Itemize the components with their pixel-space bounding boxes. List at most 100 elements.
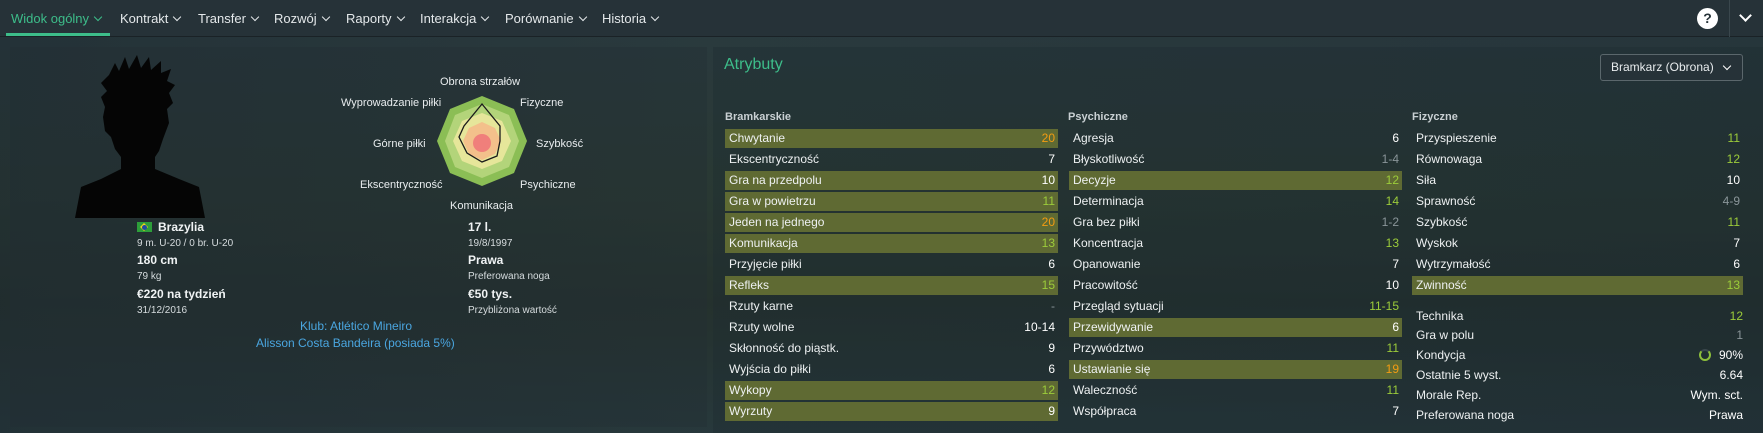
- attribute-value: 13: [1726, 278, 1740, 292]
- attribute-name: Gra w powietrzu: [729, 194, 816, 208]
- attribute-value: 7: [1733, 236, 1740, 250]
- attribute-row[interactable]: Błyskotliwość 1-4: [1069, 150, 1402, 169]
- attribute-row[interactable]: Wytrzymałość 6: [1412, 255, 1743, 274]
- attribute-value: 14: [1385, 194, 1399, 208]
- attribute-name: Jeden na jednego: [729, 215, 825, 229]
- fitness-value: 90%: [1718, 348, 1743, 362]
- attribute-row[interactable]: Szybkość 11: [1412, 213, 1743, 232]
- other-row: Kondycja 90%: [1416, 346, 1743, 365]
- other-value: Wym. sct.: [1690, 388, 1743, 402]
- radar-label-distribution: Wyprowadzanie piłki: [341, 97, 442, 109]
- attribute-row[interactable]: Wykopy 12: [725, 381, 1058, 400]
- attribute-value: 13: [1385, 236, 1399, 250]
- attribute-row[interactable]: Determinacja 14: [1069, 192, 1402, 211]
- role-select-value: Bramkarz (Obrona): [1611, 60, 1714, 74]
- attribute-row[interactable]: Ekscentryczność 7: [725, 150, 1058, 169]
- other-row: Technika 12: [1416, 307, 1743, 326]
- attribute-name: Przyspieszenie: [1416, 131, 1497, 145]
- attribute-row[interactable]: Chwytanie 20: [725, 129, 1058, 148]
- attribute-name: Ekscentryczność: [729, 152, 820, 166]
- attribute-row[interactable]: Wyskok 7: [1412, 234, 1743, 253]
- attribute-value: 11: [1727, 131, 1740, 145]
- other-value: 90%: [1698, 346, 1743, 365]
- attribute-name: Ustawianie się: [1073, 362, 1151, 376]
- attribute-row[interactable]: Gra na przedpolu 10: [725, 171, 1058, 190]
- attribute-value: 11-15: [1369, 299, 1399, 313]
- attribute-row[interactable]: Rzuty karne -: [725, 297, 1058, 316]
- attribute-value: 11: [1042, 194, 1055, 208]
- other-name: Morale Rep.: [1416, 388, 1482, 402]
- attribute-row[interactable]: Agresja 6: [1069, 129, 1402, 148]
- attribute-name: Komunikacja: [729, 236, 798, 250]
- attribute-value: 9: [1048, 404, 1055, 418]
- attribute-name: Waleczność: [1073, 383, 1138, 397]
- radar-label-aerial: Górne piłki: [373, 138, 426, 150]
- chevron-down-icon[interactable]: [1739, 9, 1752, 22]
- attribute-row[interactable]: Gra bez piłki 1-2: [1069, 213, 1402, 232]
- attribute-row[interactable]: Rzuty wolne 10-14: [725, 318, 1058, 337]
- attribute-row[interactable]: Refleks 15: [725, 276, 1058, 295]
- attribute-name: Przywództwo: [1073, 341, 1144, 355]
- attribute-row[interactable]: Przegląd sytuacji 11-15: [1069, 297, 1402, 316]
- attribute-row[interactable]: Jeden na jednego 20: [725, 213, 1058, 232]
- radar-label-shot-stopping: Obrona strzałów: [440, 76, 521, 88]
- attribute-name: Wyskok: [1416, 236, 1458, 250]
- transfer-value-label: Przybliżona wartość: [468, 305, 557, 316]
- attribute-value: 10: [1041, 173, 1055, 187]
- attribute-row[interactable]: Wyrzuty 9: [725, 402, 1058, 421]
- attribute-value: 10: [1726, 173, 1740, 187]
- help-button[interactable]: ?: [1697, 8, 1718, 29]
- attribute-value: 15: [1041, 278, 1055, 292]
- attribute-row[interactable]: Skłonność do piąstk. 9: [725, 339, 1058, 358]
- height: 180 cm: [137, 253, 178, 267]
- attribute-row[interactable]: Przywództwo 11: [1069, 339, 1402, 358]
- attribute-name: Sprawność: [1416, 194, 1476, 208]
- attribute-value: 7: [1392, 257, 1399, 271]
- attribute-row[interactable]: Przewidywanie 6: [1069, 318, 1402, 337]
- radar-label-physical: Fizyczne: [520, 97, 564, 109]
- attribute-row[interactable]: Opanowanie 7: [1069, 255, 1402, 274]
- attribute-row[interactable]: Przyspieszenie 11: [1412, 129, 1743, 148]
- attribute-row[interactable]: Komunikacja 13: [725, 234, 1058, 253]
- attribute-name: Rzuty karne: [729, 299, 794, 313]
- attribute-name: Wyrzuty: [729, 404, 773, 418]
- attribute-value: 1-2: [1381, 215, 1399, 229]
- club-link[interactable]: Klub: Atlético Mineiro: [300, 319, 412, 333]
- attribute-row[interactable]: Zwinność 13: [1412, 276, 1743, 295]
- attribute-row[interactable]: Pracowitość 10: [1069, 276, 1402, 295]
- other-row: Preferowana noga Prawa: [1416, 406, 1743, 425]
- fitness-ring-icon: [1698, 349, 1711, 361]
- attribute-row[interactable]: Koncentracja 13: [1069, 234, 1402, 253]
- other-name: Kondycja: [1416, 348, 1466, 362]
- attribute-value: 11: [1386, 383, 1399, 397]
- attribute-row[interactable]: Siła 10: [1412, 171, 1743, 190]
- other-row: Ostatnie 5 wyst. 6.64: [1416, 366, 1743, 385]
- owner-link[interactable]: Alisson Costa Bandeira (posiada 5%): [256, 336, 455, 350]
- attribute-name: Rzuty wolne: [729, 320, 795, 334]
- attribute-radar-chart: [437, 96, 527, 186]
- attribute-value: 11: [1386, 341, 1399, 355]
- attribute-row[interactable]: Decyzje 12: [1069, 171, 1402, 190]
- radar-label-mental: Psychiczne: [520, 179, 576, 191]
- attribute-value: 4-9: [1722, 194, 1740, 208]
- attribute-row[interactable]: Równowaga 12: [1412, 150, 1743, 169]
- attribute-row[interactable]: Waleczność 11: [1069, 381, 1402, 400]
- attribute-name: Szybkość: [1416, 215, 1468, 229]
- attribute-row[interactable]: Przyjęcie piłki 6: [725, 255, 1058, 274]
- attribute-name: Gra na przedpolu: [729, 173, 822, 187]
- attribute-name: Przegląd sytuacji: [1073, 299, 1164, 313]
- attribute-row[interactable]: Współpraca 7: [1069, 402, 1402, 421]
- attribute-row[interactable]: Ustawianie się 19: [1069, 360, 1402, 379]
- attribute-value: 7: [1048, 152, 1055, 166]
- attribute-row[interactable]: Gra w powietrzu 11: [725, 192, 1058, 211]
- other-name: Technika: [1416, 309, 1464, 323]
- attribute-name: Determinacja: [1073, 194, 1144, 208]
- role-select[interactable]: Bramkarz (Obrona): [1600, 54, 1743, 81]
- attribute-name: Opanowanie: [1073, 257, 1141, 271]
- attribute-name: Skłonność do piąstk.: [729, 341, 840, 355]
- wage: €220 na tydzień: [137, 287, 226, 301]
- attribute-name: Gra bez piłki: [1073, 215, 1140, 229]
- attribute-row[interactable]: Wyjścia do piłki 6: [725, 360, 1058, 379]
- attribute-row[interactable]: Sprawność 4-9: [1412, 192, 1743, 211]
- attribute-value: 20: [1041, 215, 1055, 229]
